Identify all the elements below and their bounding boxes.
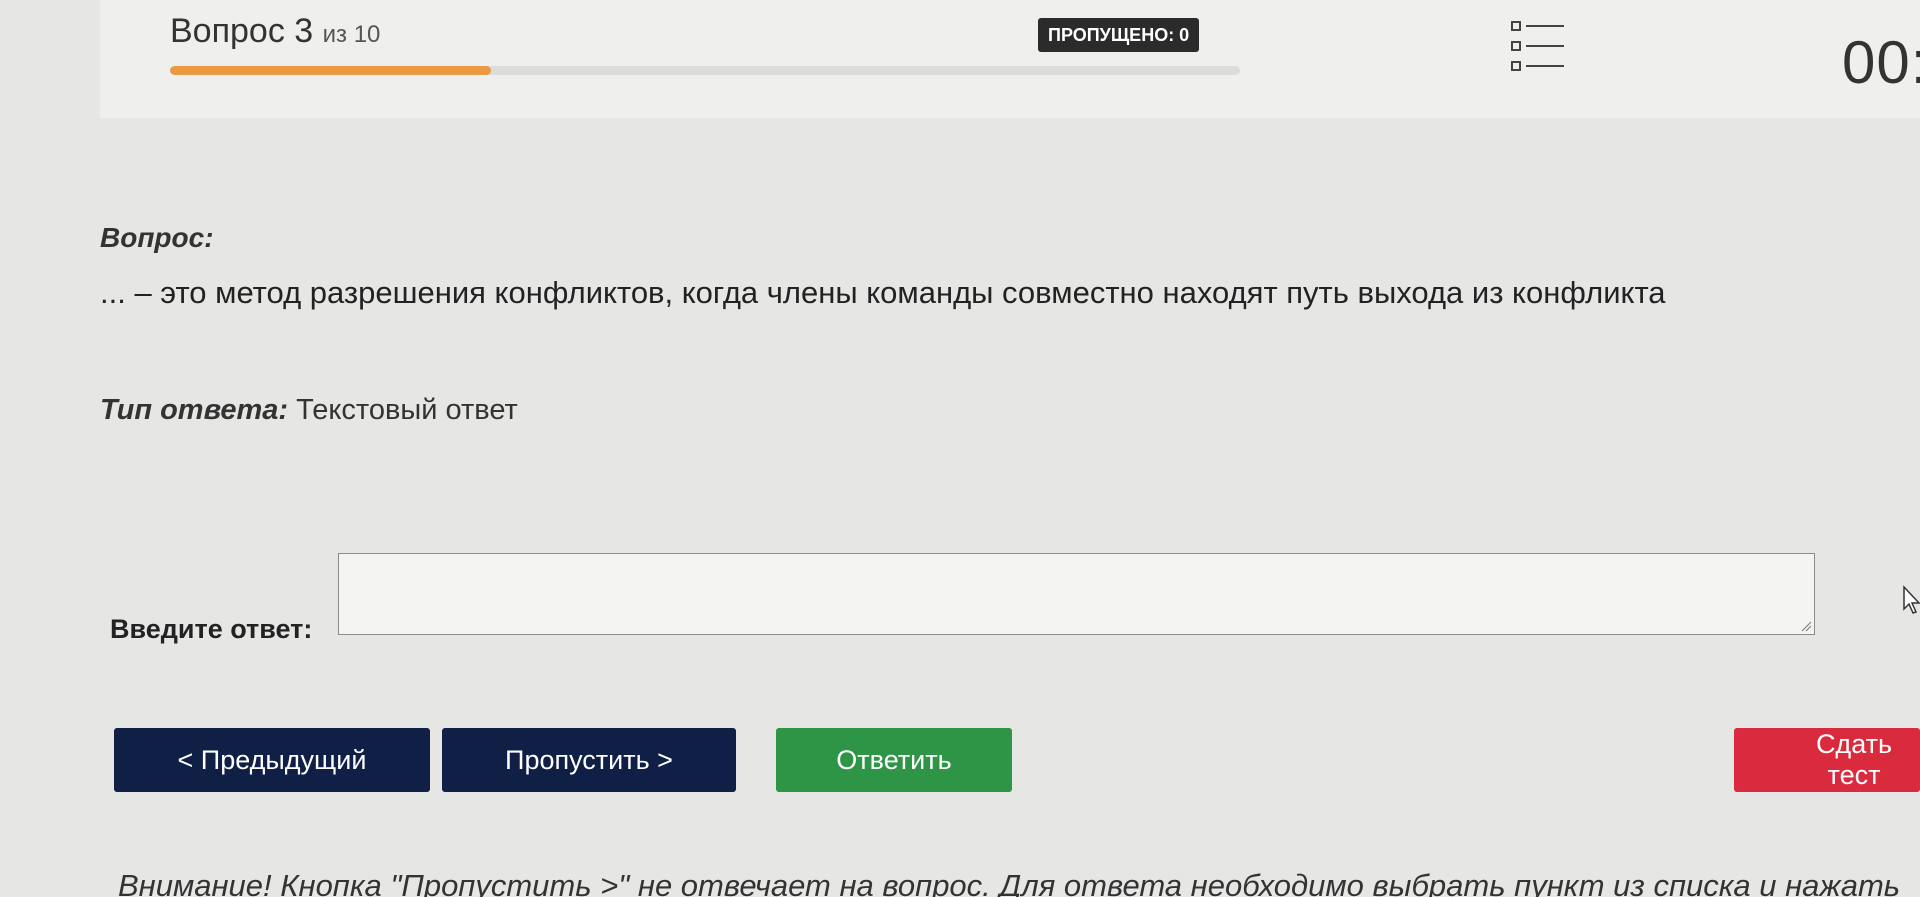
notice-text: Внимание! Кнопка "Пропустить >" не отвеч… xyxy=(118,868,1901,897)
quiz-page: Вопрос 3 из 10 ПРОПУЩЕНО: 0 00:22:4 Вопр… xyxy=(0,0,1920,897)
question-total: из 10 xyxy=(322,21,381,48)
timer: 00:22:4 xyxy=(1842,29,1920,96)
answer-type-value: Текстовый ответ xyxy=(296,394,518,426)
resize-grip-icon[interactable] xyxy=(1800,620,1812,632)
question-label: Вопрос: xyxy=(100,222,214,253)
answer-type-label: Тип ответа: xyxy=(100,394,289,426)
skipped-badge: ПРОПУЩЕНО: 0 xyxy=(1038,18,1200,52)
previous-button[interactable]: < Предыдущий xyxy=(114,728,430,792)
answer-field-label: Введите ответ: xyxy=(110,614,313,644)
submit-test-button[interactable]: Сдать тест xyxy=(1734,728,1920,792)
progress-bar xyxy=(170,66,1240,75)
skip-button[interactable]: Пропустить > xyxy=(442,728,736,792)
answer-type: Тип ответа: Текстовый ответ xyxy=(100,394,518,427)
mouse-cursor-icon xyxy=(1903,585,1920,614)
question-number: Вопрос 3 xyxy=(170,12,314,50)
question-text: ... – это метод разрешения конфликтов, к… xyxy=(100,275,1666,310)
progress-bar-fill xyxy=(170,66,491,75)
answer-button[interactable]: Ответить xyxy=(776,728,1012,792)
question-list-icon[interactable] xyxy=(1508,18,1568,76)
quiz-header: Вопрос 3 из 10 ПРОПУЩЕНО: 0 00:22:4 xyxy=(100,0,1920,118)
answer-input[interactable] xyxy=(338,553,1815,635)
question-counter: Вопрос 3 из 10 xyxy=(170,12,380,51)
